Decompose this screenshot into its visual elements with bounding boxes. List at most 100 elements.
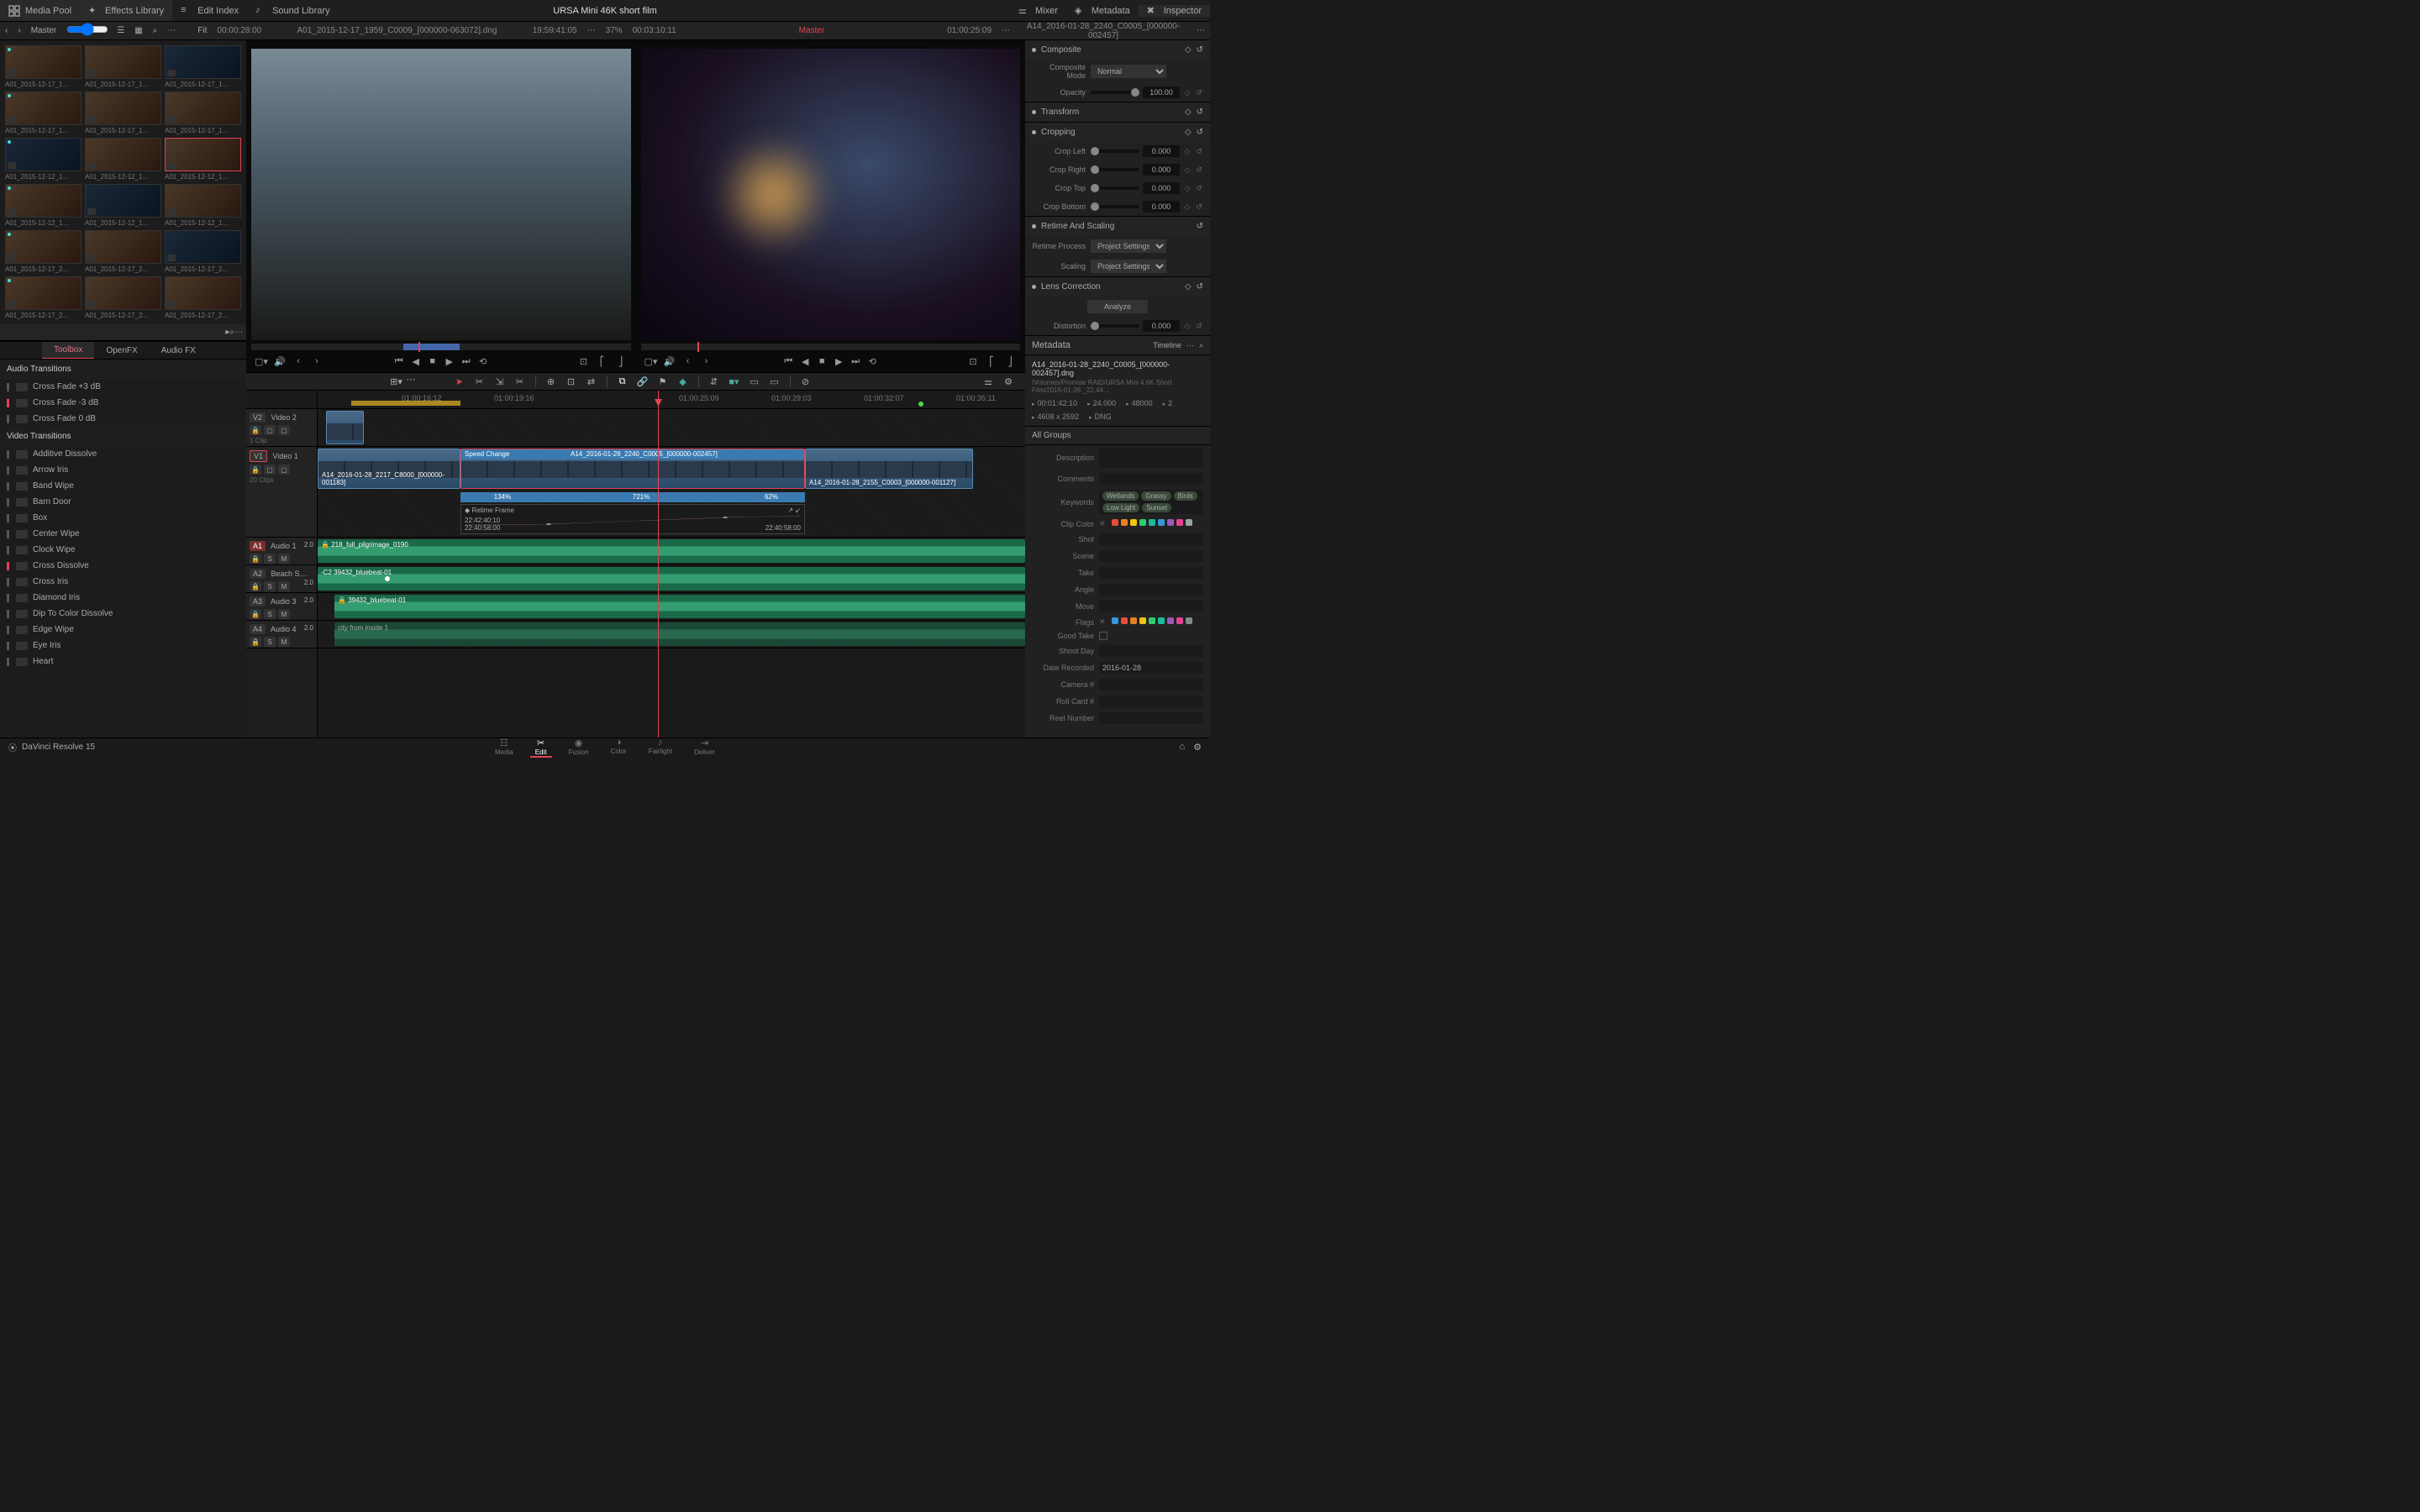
crop-bottom-value[interactable]: 0.000: [1143, 201, 1180, 213]
toolbox-tab[interactable]: Toolbox: [42, 342, 94, 359]
clipcolor-swatches[interactable]: ✕: [1099, 519, 1192, 528]
options-icon[interactable]: ⋯: [162, 26, 181, 35]
keyword-tag[interactable]: Low Light: [1102, 503, 1139, 512]
program-play[interactable]: ▶: [832, 354, 845, 368]
source-mark-out[interactable]: ⎦: [614, 354, 628, 368]
media-clip-thumb[interactable]: A01_2015-12-17_1…: [165, 45, 241, 88]
program-match-frame[interactable]: ⊡: [966, 354, 980, 368]
color-swatch[interactable]: [1176, 519, 1183, 526]
fx-item[interactable]: Cross Iris: [0, 574, 246, 590]
track-a4[interactable]: city from inside 1: [318, 621, 1025, 648]
track-v2[interactable]: [318, 409, 1025, 447]
media-clip-thumb[interactable]: A01_2015-12-17_1…: [165, 92, 241, 134]
marker-color-picker[interactable]: ■▾: [727, 374, 742, 389]
timeline-name[interactable]: Master: [681, 26, 943, 35]
media-clip-thumb[interactable]: A01_2015-12-17_1…: [85, 92, 161, 134]
program-stop[interactable]: ■: [815, 354, 829, 368]
color-swatch[interactable]: [1130, 519, 1137, 526]
program-play-reverse[interactable]: ◀: [798, 354, 812, 368]
reset-icon[interactable]: ↺: [1197, 128, 1203, 137]
source-match-frame[interactable]: ⊡: [577, 354, 591, 368]
reset-icon[interactable]: ↺: [1195, 322, 1203, 331]
color-swatch[interactable]: [1121, 519, 1128, 526]
opacity-slider[interactable]: [1091, 91, 1139, 94]
kf-icon[interactable]: ◇: [1183, 184, 1192, 193]
clip-a4[interactable]: city from inside 1: [334, 622, 1025, 646]
fx-item[interactable]: Edge Wipe: [0, 622, 246, 638]
bin-master[interactable]: Master: [26, 26, 62, 35]
description-input[interactable]: [1099, 448, 1203, 468]
audio-keyframe[interactable]: [385, 576, 390, 581]
keywords-input[interactable]: WetlandsGrassyBirdsLow LightSunset: [1099, 490, 1203, 514]
kf-icon[interactable]: ◇: [1183, 165, 1192, 175]
nav-page-media[interactable]: ☷Media: [490, 738, 518, 758]
nav-page-color[interactable]: ◑Color: [606, 738, 632, 758]
clip-v1-b[interactable]: Speed ChangeA14_2016-01-28_2240_C0005_[0…: [460, 449, 805, 489]
audiofx-tab[interactable]: Audio FX: [150, 342, 208, 359]
fx-item[interactable]: Arrow Iris: [0, 462, 246, 478]
a3-mute[interactable]: M: [278, 609, 290, 619]
keyword-tag[interactable]: Grassy: [1141, 491, 1171, 501]
color-swatch[interactable]: [1139, 519, 1146, 526]
a1-mute[interactable]: M: [278, 554, 290, 564]
distortion-slider[interactable]: [1091, 324, 1139, 328]
track-header-v2[interactable]: V2 Video 2 🔒▢▢ 1 Clip: [246, 409, 317, 447]
program-options[interactable]: ⋯: [997, 26, 1015, 35]
crop-right-slider[interactable]: [1091, 168, 1139, 171]
track-a1[interactable]: 🔒 218_full_pilgrimage_0190: [318, 538, 1025, 565]
fx-item[interactable]: Heart: [0, 654, 246, 669]
a3-solo[interactable]: S: [264, 609, 276, 619]
color-swatch[interactable]: [1112, 519, 1118, 526]
keyframe-icon[interactable]: ◇: [1185, 45, 1192, 55]
daterecorded-input[interactable]: 2016-01-28: [1099, 662, 1203, 674]
dynamic-trim-tool[interactable]: ⇲: [492, 374, 508, 389]
media-clip-thumb[interactable]: A01_2015-12-17_2…: [165, 276, 241, 319]
fx-item[interactable]: Barn Door: [0, 494, 246, 510]
track-v1[interactable]: A14_2016-01-28_2217_C8000_[000000-001183…: [318, 447, 1025, 538]
composite-header[interactable]: Composite◇↺: [1025, 40, 1210, 60]
media-clip-thumb[interactable]: A01_2015-12-12_1…: [5, 184, 82, 227]
timeline-content[interactable]: 01:00:25:09 01:00:16:12 01:00:19:16 01:0…: [318, 391, 1025, 738]
fx-item[interactable]: Band Wipe: [0, 478, 246, 494]
source-last-frame[interactable]: ⏭: [460, 354, 473, 368]
goodtake-checkbox[interactable]: [1099, 632, 1107, 640]
program-scrubber[interactable]: [641, 344, 1021, 350]
inspector-options[interactable]: ⋯: [1192, 26, 1210, 35]
metadata-group-header[interactable]: All Groups: [1025, 427, 1210, 445]
program-last-frame[interactable]: ⏭: [849, 354, 862, 368]
opacity-keyframe[interactable]: ◇: [1183, 88, 1192, 97]
source-volume-icon[interactable]: 🔊: [273, 354, 287, 368]
crop-top-slider[interactable]: [1091, 186, 1139, 190]
timeline-ruler[interactable]: 01:00:16:12 01:00:19:16 01:00:25:09 01:0…: [318, 391, 1025, 409]
a1-lock[interactable]: 🔒: [250, 554, 261, 564]
nav-page-deliver[interactable]: ⇥Deliver: [689, 738, 720, 758]
track-a2[interactable]: -C2 39432_bluebeat-01: [318, 565, 1025, 593]
source-viewer-frame[interactable]: [251, 49, 631, 340]
mixer-tab[interactable]: ⚌ Mixer: [1010, 5, 1066, 17]
linked-selection[interactable]: ▭: [747, 374, 762, 389]
metadata-scope[interactable]: Timeline: [1153, 341, 1181, 350]
color-swatch[interactable]: [1167, 519, 1174, 526]
media-clip-thumb[interactable]: A01_2015-12-17_2…: [5, 230, 82, 273]
clip-a1[interactable]: 🔒 218_full_pilgrimage_0190: [318, 539, 1025, 563]
v1-auto[interactable]: ▢: [264, 465, 276, 475]
mixer-icon[interactable]: ⚌: [981, 374, 996, 389]
media-pool-tab[interactable]: Media Pool: [0, 0, 80, 21]
zoom-level[interactable]: 37%: [601, 26, 628, 35]
marker-tool[interactable]: ◆: [676, 374, 691, 389]
cropping-header[interactable]: Cropping◇↺: [1025, 123, 1210, 142]
fx-item[interactable]: Diamond Iris: [0, 590, 246, 606]
fx-item[interactable]: Clock Wipe: [0, 542, 246, 558]
track-header-a2[interactable]: A2 Beach S… 2.0 🔒SM: [246, 565, 317, 593]
program-volume-icon[interactable]: 🔊: [663, 354, 676, 368]
media-clip-thumb[interactable]: A01_2015-12-17_2…: [85, 276, 161, 319]
distortion-value[interactable]: 0.000: [1143, 320, 1180, 332]
program-first-frame[interactable]: ⏮: [781, 354, 795, 368]
program-prev-edit[interactable]: ‹: [681, 354, 695, 368]
color-swatch[interactable]: [1149, 519, 1155, 526]
clip-a2[interactable]: -C2 39432_bluebeat-01: [318, 567, 1025, 591]
speed-seg-1[interactable]: 134%: [460, 492, 544, 502]
clip-v1-c[interactable]: A14_2016-01-28_2155_C0003_[000000-001127…: [805, 449, 973, 489]
reset-icon[interactable]: ↺: [1197, 222, 1203, 231]
fx-item[interactable]: Box: [0, 510, 246, 526]
